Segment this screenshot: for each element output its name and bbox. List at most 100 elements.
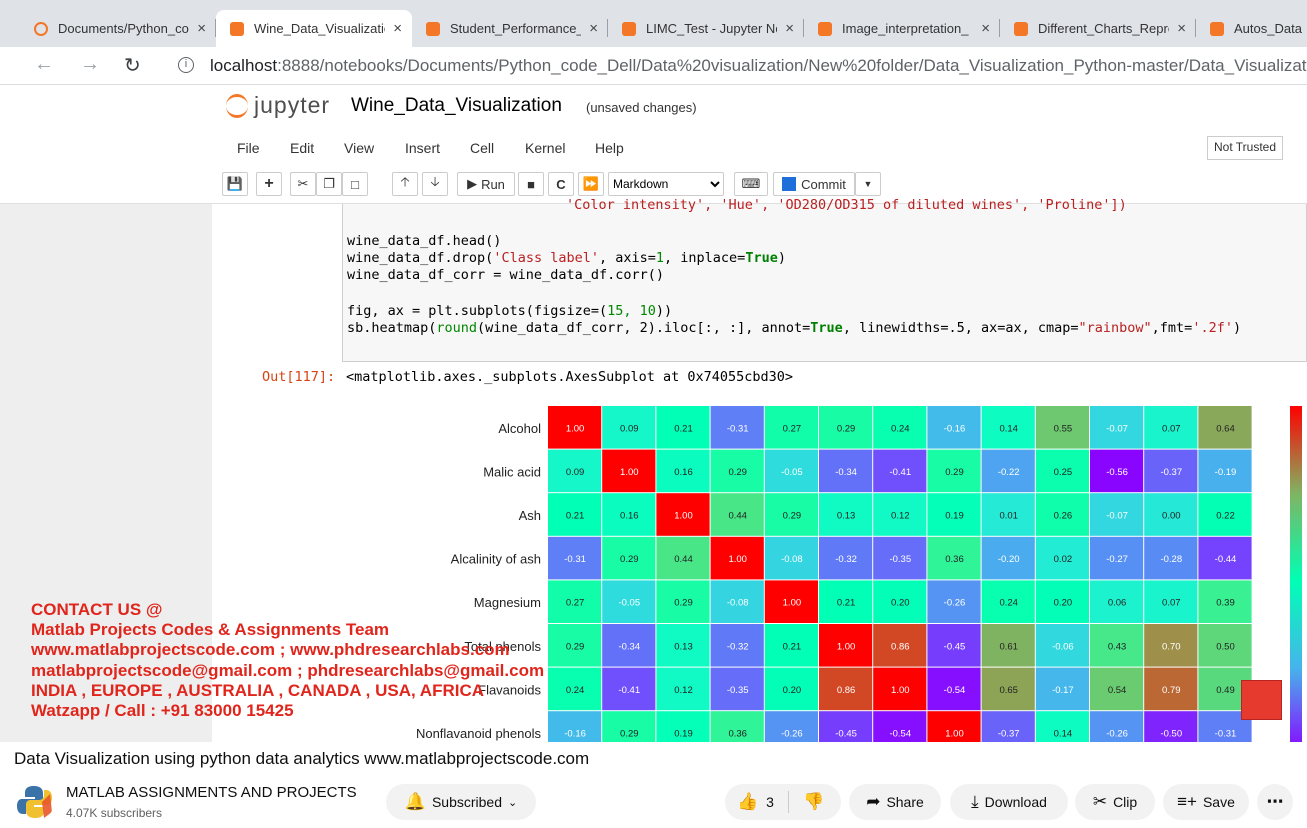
back-arrow-icon[interactable]: ← (34, 53, 54, 76)
heatmap-value-label: 0.21 (674, 423, 693, 434)
video-title: Data Visualization using python data ana… (14, 749, 590, 768)
heatmap-value-label: -0.54 (889, 729, 911, 740)
heatmap-value-label: -0.37 (998, 729, 1020, 740)
clip-label: Clip (1113, 794, 1138, 810)
heatmap-value-label: 0.13 (837, 511, 856, 522)
heatmap-value-label: 1.00 (620, 467, 639, 478)
reload-icon[interactable]: ↻ (124, 53, 141, 78)
thumbs-up-icon[interactable]: 👍 (737, 792, 758, 812)
notebook-favicon-icon (622, 21, 636, 36)
heatmap-value-label: 0.29 (837, 423, 856, 434)
browser-tab-bar: Documents/Python_co × Wine_Data_Visualiz… (0, 0, 1307, 47)
share-button[interactable]: ➦ Share (849, 784, 941, 820)
close-icon[interactable]: × (785, 20, 794, 37)
heatmap-value-label: -0.26 (944, 598, 966, 609)
heatmap-value-label: -0.08 (781, 554, 803, 565)
browser-tab[interactable]: Documents/Python_co × (20, 10, 216, 47)
browser-tab[interactable]: Different_Charts_Repre × (1000, 10, 1196, 47)
heatmap-value-label: 0.21 (837, 598, 856, 609)
heatmap-row-label: Malic acid (483, 464, 541, 479)
heatmap-value-label: 0.29 (783, 511, 802, 522)
heatmap-value-label: -0.22 (998, 467, 1020, 478)
download-button[interactable]: ⤓ Download (950, 784, 1068, 820)
heatmap-value-label: 0.06 (1108, 598, 1127, 609)
watermark-line: www.matlabprojectscode.com ; www.phdrese… (31, 640, 510, 660)
clip-button[interactable]: ✂ Clip (1075, 784, 1155, 820)
tab-label: LIMC_Test - Jupyter No (646, 21, 778, 36)
tab-label: Autos_Data (1234, 21, 1302, 36)
heatmap-value-label: -0.07 (1106, 423, 1128, 434)
heatmap-value-label: 0.36 (945, 554, 964, 565)
address-bar: ← → ↻ i localhost:8888/notebooks/Documen… (0, 47, 1307, 85)
heatmap-value-label: 0.02 (1054, 554, 1073, 565)
heatmap-value-label: 0.19 (674, 729, 693, 740)
tab-label: Documents/Python_co (58, 21, 189, 36)
download-icon: ⤓ (971, 792, 979, 811)
save-button[interactable]: ≡+ Save (1163, 784, 1249, 820)
heatmap-value-label: 0.24 (999, 598, 1018, 609)
heatmap-value-label: 0.01 (999, 511, 1018, 522)
contact-watermark: CONTACT US @ Matlab Projects Codes & Ass… (31, 600, 544, 721)
like-count[interactable]: 3 (766, 794, 774, 810)
heatmap-row-label: Alcohol (498, 421, 541, 436)
close-icon[interactable]: × (197, 20, 206, 37)
heatmap-value-label: -0.20 (998, 554, 1020, 565)
heatmap-value-label: 0.21 (566, 511, 585, 522)
close-icon[interactable]: × (589, 20, 598, 37)
heatmap-value-label: -0.45 (944, 641, 966, 652)
tab-label: Different_Charts_Repre (1038, 21, 1170, 36)
notebook-favicon-icon (818, 21, 832, 36)
browser-tab[interactable]: Student_Performance_ × (412, 10, 608, 47)
heatmap-value-label: 0.07 (1162, 423, 1181, 434)
heatmap-value-label: 0.29 (728, 467, 747, 478)
heatmap-value-label: 0.49 (1216, 685, 1235, 696)
channel-name[interactable]: MATLAB ASSIGNMENTS AND PROJECTS (66, 784, 357, 801)
heatmap-value-label: -0.26 (1106, 729, 1128, 740)
heatmap-value-label: -0.50 (1160, 729, 1182, 740)
heatmap-value-label: -0.32 (727, 641, 749, 652)
video-frame[interactable]: Documents/Python_co × Wine_Data_Visualiz… (0, 0, 1307, 742)
browser-tab[interactable]: LIMC_Test - Jupyter No × (608, 10, 804, 47)
heatmap-value-label: 0.26 (1054, 511, 1073, 522)
browser-tab-active[interactable]: Wine_Data_Visualizatio × (216, 10, 412, 47)
share-label: Share (886, 794, 924, 810)
heatmap-value-label: 0.07 (1162, 598, 1181, 609)
share-icon: ➦ (866, 792, 881, 811)
heatmap-value-label: 0.22 (1216, 511, 1235, 522)
scissors-icon: ✂ (1092, 792, 1108, 811)
heatmap-value-label: 0.20 (783, 685, 802, 696)
heatmap-value-label: -0.05 (618, 598, 640, 609)
heatmap-value-label: 0.36 (728, 729, 747, 740)
heatmap-value-label: -0.32 (835, 554, 857, 565)
python-logo-icon (17, 786, 52, 818)
browser-tab[interactable]: Image_interpretation_ × (804, 10, 1000, 47)
url-host: localhost (210, 56, 278, 75)
channel-avatar[interactable] (14, 782, 54, 822)
heatmap-value-label: 1.00 (837, 641, 856, 652)
info-icon[interactable]: i (178, 57, 194, 73)
thumbs-down-icon[interactable]: 👎 (803, 792, 824, 812)
url-field[interactable]: localhost:8888/notebooks/Documents/Pytho… (210, 56, 1307, 76)
heatmap-value-label: 0.27 (783, 423, 802, 434)
close-icon[interactable]: × (981, 20, 990, 37)
heatmap-value-label: 0.43 (1108, 641, 1127, 652)
heatmap-value-label: -0.27 (1106, 554, 1128, 565)
heatmap-value-label: 1.00 (783, 598, 802, 609)
forward-arrow-icon[interactable]: → (80, 53, 100, 76)
heatmap-value-label: 0.61 (999, 641, 1018, 652)
watermark-line: INDIA , EUROPE , AUSTRALIA , CANADA , US… (31, 680, 485, 700)
watermark-line: Matlab Projects Codes & Assignments Team (31, 620, 390, 640)
heatmap-value-label: -0.07 (1106, 511, 1128, 522)
jupyter-favicon-icon (34, 21, 48, 36)
watermark-line: matlabprojectscode@gmail.com ; phdresear… (31, 660, 545, 680)
close-icon[interactable]: × (1177, 20, 1186, 37)
heatmap-value-label: 0.64 (1216, 423, 1235, 434)
heatmap-value-label: 0.14 (999, 423, 1018, 434)
bell-icon: 🔔 (404, 792, 426, 811)
subscribed-button[interactable]: 🔔 Subscribed ⌄ (386, 784, 536, 820)
more-actions-button[interactable]: ⋯ (1257, 784, 1293, 820)
browser-tab[interactable]: Autos_Data (1196, 10, 1307, 47)
heatmap-value-label: -0.41 (618, 685, 640, 696)
close-icon[interactable]: × (393, 20, 402, 37)
heatmap-value-label: 0.29 (566, 641, 585, 652)
